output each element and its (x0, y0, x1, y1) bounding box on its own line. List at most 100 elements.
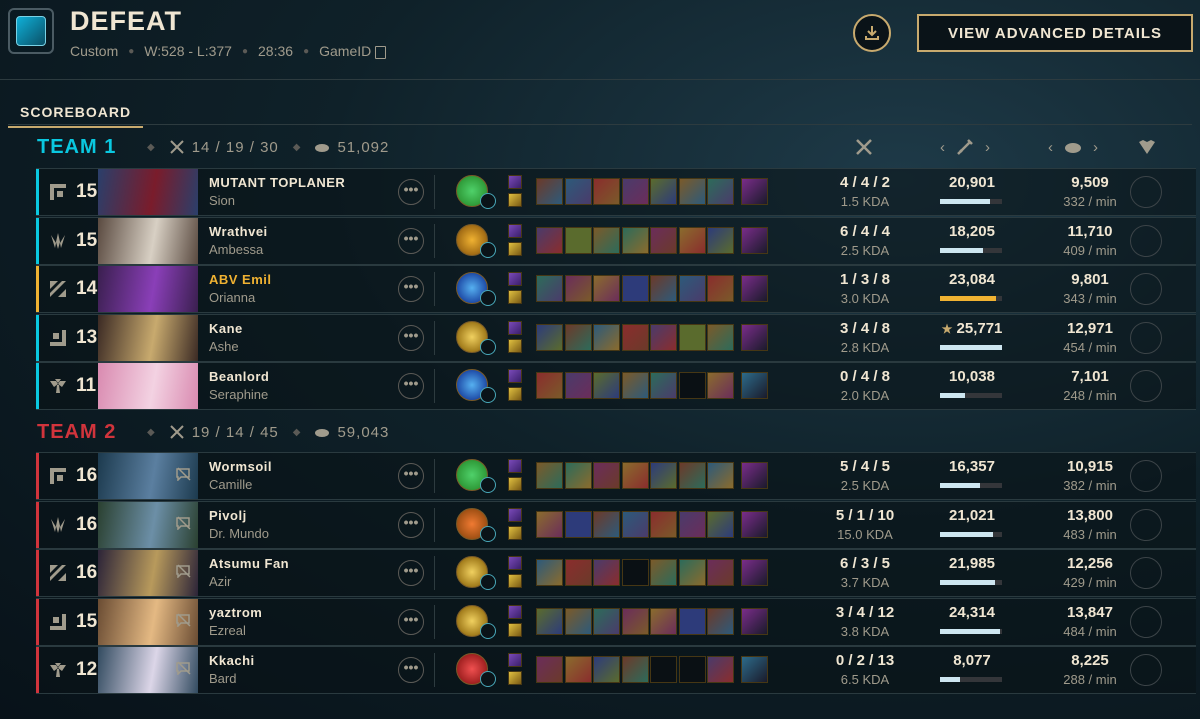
item-icon[interactable] (564, 372, 592, 400)
item-icon[interactable] (678, 178, 706, 205)
item-icon[interactable] (536, 559, 563, 587)
muted-icon[interactable] (176, 564, 192, 581)
summoner-spell-icon[interactable] (508, 653, 522, 668)
player-row[interactable]: 15 MUTANT TOPLANER Sion ••• 4 / 4 / 2 1.5 KDA… (36, 168, 1196, 216)
trinket-icon[interactable] (741, 226, 768, 254)
item-icon[interactable] (707, 178, 734, 205)
item-icon[interactable] (707, 559, 734, 587)
item-icon[interactable] (707, 323, 734, 351)
item-icon[interactable] (707, 656, 734, 684)
trinket-icon[interactable] (741, 510, 768, 538)
item-icon[interactable] (650, 372, 677, 400)
summoner-spell-icon[interactable] (508, 477, 522, 491)
honor-button[interactable] (1130, 557, 1162, 590)
item-icon[interactable] (707, 275, 734, 303)
secondary-rune-icon[interactable] (480, 387, 496, 404)
more-options-button[interactable]: ••• (398, 373, 424, 400)
champion-portrait[interactable] (98, 169, 198, 215)
summoner-name[interactable]: Atsumu Fan (209, 556, 289, 571)
item-icon[interactable] (650, 275, 677, 303)
item-icon[interactable] (621, 656, 649, 684)
honor-button[interactable] (1130, 605, 1162, 638)
summoner-spell-icon[interactable] (508, 369, 522, 384)
item-icon[interactable] (650, 462, 677, 489)
summoner-spell-icon[interactable] (508, 459, 522, 473)
muted-icon[interactable] (176, 516, 192, 533)
secondary-rune-icon[interactable] (480, 241, 496, 258)
item-icon[interactable] (678, 510, 706, 538)
item-icon[interactable] (678, 226, 706, 254)
more-options-button[interactable]: ••• (398, 511, 424, 538)
summoner-spell-icon[interactable] (508, 338, 522, 353)
item-icon[interactable] (536, 323, 563, 351)
item-icon[interactable] (678, 607, 706, 635)
player-row[interactable]: 13 Kane Ashe ••• 3 / 4 / 8 2.8 KDA ★ 25,771 12,… (36, 313, 1196, 362)
player-row[interactable]: 15 Wrathvei Ambessa ••• 6 / 4 / 4 2.5 KDA 18,2… (36, 216, 1196, 265)
item-icon[interactable] (564, 510, 592, 538)
item-icon[interactable] (678, 323, 706, 351)
item-icon[interactable] (564, 559, 592, 587)
item-icon[interactable] (707, 510, 734, 538)
summoner-name[interactable]: Kane (209, 321, 243, 336)
item-icon[interactable] (536, 178, 563, 205)
more-options-button[interactable]: ••• (398, 179, 424, 205)
game-id[interactable]: GameID (319, 43, 387, 59)
honor-button[interactable] (1130, 508, 1162, 541)
secondary-rune-icon[interactable] (480, 622, 496, 639)
copy-icon[interactable] (375, 45, 387, 59)
summoner-spell-icon[interactable] (508, 671, 522, 686)
item-icon[interactable] (650, 178, 677, 205)
item-icon[interactable] (536, 510, 563, 538)
summoner-spell-icon[interactable] (508, 290, 522, 305)
summoner-spell-icon[interactable] (508, 556, 522, 571)
more-options-button[interactable]: ••• (398, 227, 424, 254)
item-icon[interactable] (678, 275, 706, 303)
more-options-button[interactable]: ••• (398, 657, 424, 684)
trinket-icon[interactable] (741, 656, 768, 684)
item-icon[interactable] (536, 275, 563, 303)
secondary-rune-icon[interactable] (480, 193, 496, 209)
honor-button[interactable] (1130, 321, 1162, 354)
summoner-spell-icon[interactable] (508, 622, 522, 637)
summoner-spell-icon[interactable] (508, 525, 522, 540)
item-icon[interactable] (593, 607, 620, 635)
item-icon[interactable] (564, 226, 592, 254)
item-icon[interactable] (678, 559, 706, 587)
item-icon[interactable] (564, 656, 592, 684)
item-icon[interactable] (593, 226, 620, 254)
item-icon[interactable] (593, 510, 620, 538)
item-icon[interactable] (707, 607, 734, 635)
item-icon[interactable] (621, 226, 649, 254)
item-icon[interactable] (650, 323, 677, 351)
summoner-name[interactable]: ABV Emil (209, 272, 272, 287)
item-icon[interactable] (593, 656, 620, 684)
secondary-rune-icon[interactable] (480, 671, 496, 688)
more-options-button[interactable]: ••• (398, 463, 424, 489)
champion-portrait[interactable] (98, 314, 198, 361)
summoner-name[interactable]: Beanlord (209, 369, 269, 384)
item-icon[interactable] (564, 607, 592, 635)
item-icon[interactable] (621, 372, 649, 400)
honor-button[interactable] (1130, 224, 1162, 257)
item-icon[interactable] (650, 559, 677, 587)
item-icon[interactable] (536, 462, 563, 489)
summoner-spell-icon[interactable] (508, 223, 522, 238)
player-row[interactable]: 12 Kkachi Bard ••• 0 / 2 / 13 6.5 KDA 8,077 8,2… (36, 646, 1196, 695)
summoner-spell-icon[interactable] (508, 193, 522, 207)
trinket-icon[interactable] (741, 323, 768, 351)
summoner-spell-icon[interactable] (508, 574, 522, 589)
item-icon[interactable] (621, 510, 649, 538)
muted-icon[interactable] (176, 613, 192, 630)
player-row[interactable]: 11 Beanlord Seraphine ••• 0 / 4 / 8 2.0 KDA 10… (36, 362, 1196, 411)
summoner-spell-icon[interactable] (508, 507, 522, 522)
secondary-rune-icon[interactable] (480, 574, 496, 591)
download-replay-button[interactable] (853, 14, 891, 52)
honor-button[interactable] (1130, 460, 1162, 492)
muted-icon[interactable] (176, 661, 192, 678)
item-icon[interactable] (650, 510, 677, 538)
summoner-spell-icon[interactable] (508, 320, 522, 335)
item-icon[interactable] (536, 607, 563, 635)
summoner-spell-icon[interactable] (508, 241, 522, 256)
player-row[interactable]: 15 yaztrom Ezreal ••• 3 / 4 / 12 3.8 KDA 24,31… (36, 597, 1196, 646)
item-icon[interactable] (593, 462, 620, 489)
